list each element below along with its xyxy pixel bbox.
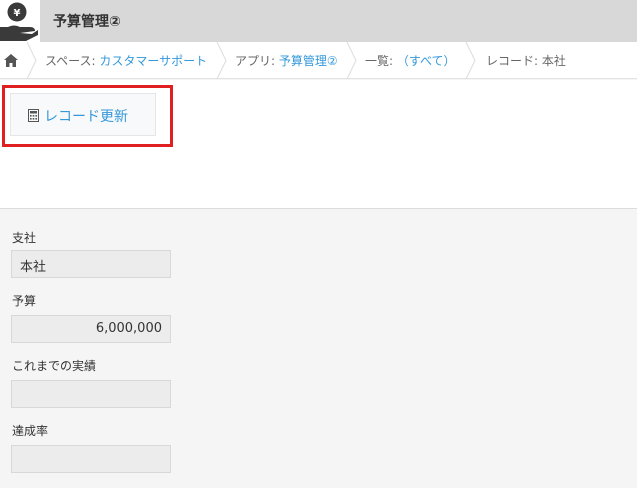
- breadcrumb-separator: [216, 42, 227, 79]
- record-toolbar: レコード更新: [0, 80, 637, 209]
- breadcrumb-list-link[interactable]: （すべて）: [397, 54, 456, 68]
- calculator-icon: [28, 109, 39, 122]
- field-label-achievement: 達成率: [12, 424, 49, 438]
- breadcrumb-space-link[interactable]: カスタマーサポート: [99, 54, 207, 68]
- breadcrumb-list[interactable]: 一覧: （すべて）: [365, 52, 456, 69]
- breadcrumb-space-prefix: スペース:: [45, 54, 100, 68]
- breadcrumb-separator: [465, 42, 476, 79]
- breadcrumb-app-link[interactable]: 予算管理②: [279, 54, 338, 68]
- field-label-branch: 支社: [12, 231, 37, 245]
- record-update-button-label: レコード更新: [44, 109, 128, 125]
- breadcrumb-separator: [26, 42, 37, 79]
- app-title: 予算管理②: [53, 14, 121, 30]
- svg-text:¥: ¥: [14, 8, 21, 19]
- money-hand-icon: ¥: [0, 0, 40, 42]
- field-budget-value: 6,000,000: [11, 315, 171, 343]
- breadcrumb-record: レコード: 本社: [486, 54, 566, 68]
- breadcrumb-list-prefix: 一覧:: [365, 54, 397, 68]
- home-icon[interactable]: [0, 42, 26, 79]
- field-label-budget: 予算: [12, 294, 37, 308]
- breadcrumb-app-prefix: アプリ:: [235, 54, 279, 68]
- field-actual-value: [11, 380, 171, 408]
- breadcrumb: スペース: カスタマーサポート アプリ: 予算管理② 一覧: （すべて） レコー…: [0, 42, 637, 79]
- breadcrumb-space[interactable]: スペース: カスタマーサポート: [45, 52, 207, 69]
- record-update-button[interactable]: レコード更新: [10, 93, 156, 136]
- breadcrumb-app[interactable]: アプリ: 予算管理②: [235, 52, 338, 69]
- field-label-actual: これまでの実績: [12, 359, 97, 373]
- field-achievement-value: [11, 445, 171, 473]
- field-branch-value: 本社: [11, 250, 171, 278]
- app-header: ¥ 予算管理②: [0, 0, 637, 42]
- breadcrumb-separator: [346, 42, 357, 79]
